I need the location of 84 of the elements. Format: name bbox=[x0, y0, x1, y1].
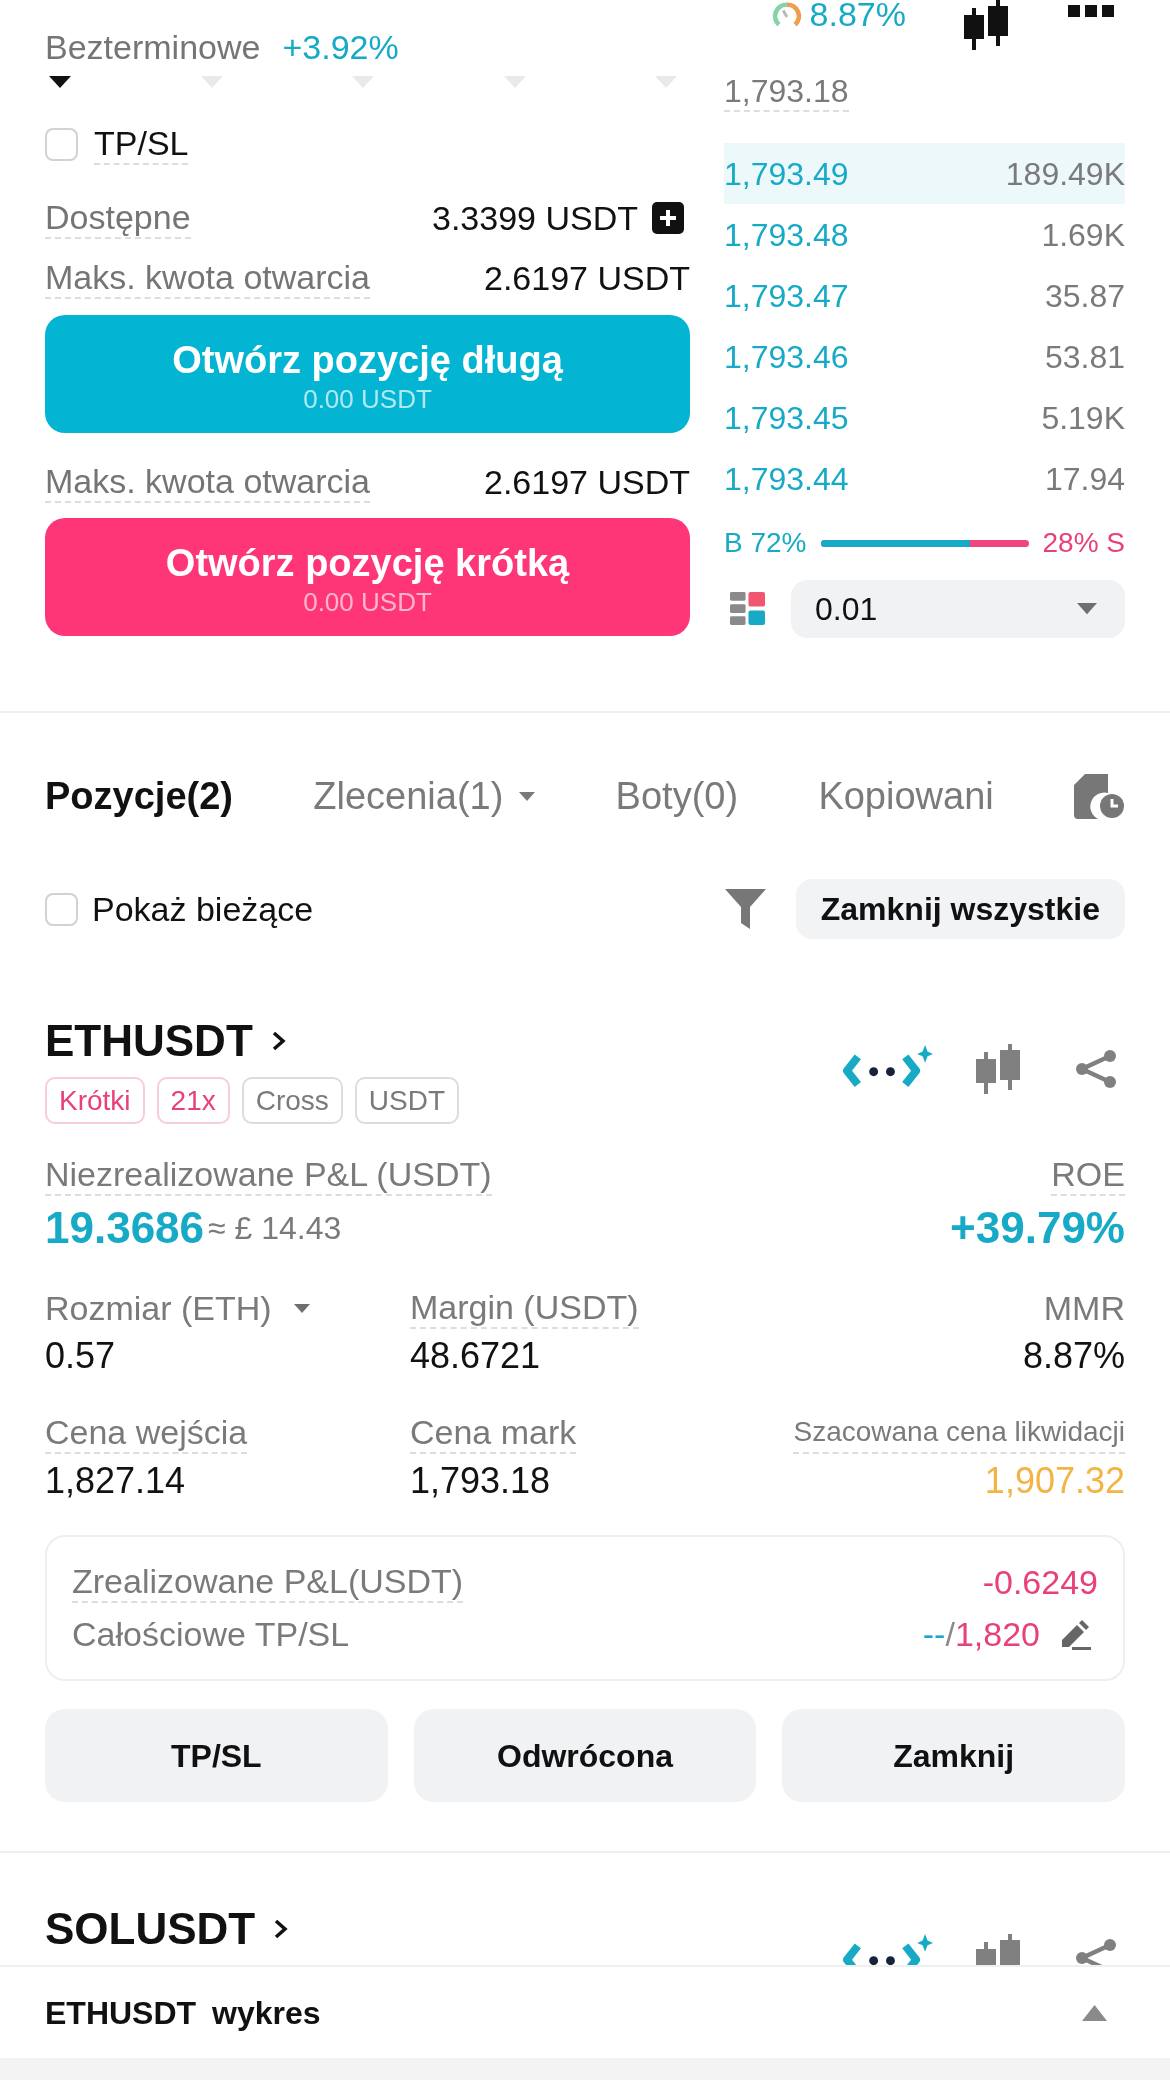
share-icon[interactable] bbox=[1075, 1939, 1117, 1965]
realized-pnl-label: Zrealizowane P&L(USDT) bbox=[72, 1561, 464, 1603]
caret-down-icon bbox=[1077, 603, 1097, 615]
stat-value: 1,827.14 bbox=[45, 1459, 186, 1503]
order-book-quantity: 1.69K bbox=[1041, 215, 1125, 254]
slider-mark[interactable] bbox=[49, 76, 71, 88]
order-book-layout-icon[interactable] bbox=[730, 592, 765, 626]
roe-label: ROE bbox=[1051, 1154, 1125, 1196]
order-book-row[interactable]: 1,793.49 189.49K bbox=[724, 143, 1125, 204]
pnl-converted-value: ≈ £ 14.43 bbox=[208, 1209, 342, 1248]
tpsl-checkbox[interactable] bbox=[45, 127, 78, 161]
mark-price: 1,793.18 bbox=[724, 72, 849, 112]
position-action-button[interactable]: Odwrócona bbox=[413, 1709, 757, 1802]
position-tag: USDT bbox=[354, 1077, 460, 1124]
max-open-label: Maks. kwota otwarcia bbox=[45, 461, 370, 503]
available-balance: 3.3399 USDT bbox=[432, 198, 638, 238]
stat-label: MMR bbox=[1043, 1288, 1125, 1328]
order-book-price: 1,793.46 bbox=[724, 337, 849, 376]
order-book-price: 1,793.45 bbox=[724, 398, 849, 437]
stat-label: Margin (USDT) bbox=[410, 1287, 639, 1329]
order-book-quantity: 189.49K bbox=[1005, 154, 1125, 193]
order-book-quantity: 17.94 bbox=[1044, 459, 1125, 498]
order-book-price: 1,793.49 bbox=[724, 154, 849, 193]
filter-icon[interactable] bbox=[724, 889, 766, 929]
max-open-amount: 2.6197 USDT bbox=[484, 258, 690, 298]
roe-value: +39.79% bbox=[950, 1202, 1125, 1254]
chart-symbol: ETHUSDT bbox=[45, 1993, 197, 2032]
overall-tpsl-value: --/1,820 bbox=[922, 1614, 1040, 1654]
overall-tpsl-label: Całościowe TP/SL bbox=[72, 1614, 350, 1654]
show-current-checkbox[interactable] bbox=[45, 892, 78, 926]
stat-value: 8.87% bbox=[1022, 1334, 1125, 1378]
stat-label: Szacowana cena likwidacji bbox=[793, 1412, 1125, 1454]
order-book-quantity: 53.81 bbox=[1044, 337, 1125, 376]
available-label: Dostępne bbox=[45, 197, 191, 239]
tab[interactable]: Zlecenia(1) bbox=[313, 773, 536, 819]
document-clock-icon[interactable] bbox=[1074, 773, 1125, 819]
unrealized-pnl-label: Niezrealizowane P&L (USDT) bbox=[45, 1154, 492, 1196]
stat-label: Cena mark bbox=[410, 1412, 577, 1454]
position-tag: Krótki bbox=[45, 1077, 145, 1124]
caret-up-icon bbox=[1082, 2004, 1107, 2021]
stat-value: 0.57 bbox=[45, 1334, 116, 1378]
price-change: +3.92% bbox=[282, 28, 399, 66]
order-book-price: 1,793.47 bbox=[724, 276, 849, 315]
stat-value: 48.6721 bbox=[410, 1334, 541, 1378]
buy-ratio-label: B 72% bbox=[724, 526, 807, 560]
position-action-button[interactable]: Zamknij bbox=[782, 1709, 1125, 1802]
order-book-quantity: 5.19K bbox=[1041, 398, 1125, 437]
position-action-button[interactable]: TP/SL bbox=[45, 1709, 388, 1802]
stat-value: 1,793.18 bbox=[410, 1459, 551, 1503]
order-book-quantity: 35.87 bbox=[1044, 276, 1125, 315]
more-icon[interactable] bbox=[1068, 5, 1114, 17]
sell-ratio-label: 28% S bbox=[1042, 526, 1125, 560]
position-symbol[interactable]: SOLUSDT bbox=[45, 1903, 256, 1955]
tab[interactable]: Boty(0) bbox=[615, 773, 739, 819]
chevron-right-icon bbox=[270, 1030, 287, 1052]
chart-label: wykres bbox=[212, 1993, 321, 2032]
risk-rate: 8.87% bbox=[809, 0, 906, 28]
order-book-price: 1,793.44 bbox=[724, 459, 849, 498]
tab[interactable]: Pozycje(2) bbox=[45, 773, 233, 819]
max-open-label: Maks. kwota otwarcia bbox=[45, 257, 370, 299]
caret-down-icon bbox=[519, 791, 536, 801]
stat-value: 1,907.32 bbox=[984, 1459, 1125, 1503]
candlestick-chart-icon[interactable] bbox=[962, 0, 1010, 50]
code-brackets-sparkle-icon[interactable] bbox=[842, 1934, 933, 1965]
open-short-button[interactable]: Otwórz pozycję krótką 0.00 USDT bbox=[45, 518, 690, 636]
close-all-button[interactable]: Zamknij wszystkie bbox=[795, 879, 1125, 939]
share-icon[interactable] bbox=[1075, 1049, 1117, 1088]
chevron-right-icon bbox=[273, 1918, 290, 1940]
stat-label: Rozmiar (ETH) bbox=[45, 1288, 272, 1328]
realized-pnl-value: -0.6249 bbox=[982, 1562, 1098, 1602]
product-type-label: Bezterminowe bbox=[45, 28, 261, 66]
position-tag: Cross bbox=[241, 1077, 343, 1124]
position-symbol[interactable]: ETHUSDT bbox=[45, 1015, 253, 1067]
tpsl-label: TP/SL bbox=[94, 123, 189, 165]
position-tag: 21x bbox=[156, 1077, 230, 1124]
plus-icon[interactable] bbox=[652, 202, 684, 234]
max-open-amount: 2.6197 USDT bbox=[484, 462, 690, 502]
show-current-label: Pokaż bieżące bbox=[92, 889, 314, 929]
open-long-button[interactable]: Otwórz pozycję długą 0.00 USDT bbox=[45, 315, 690, 433]
unrealized-pnl-value: 19.3686 bbox=[45, 1202, 205, 1254]
stat-label: Cena wejścia bbox=[45, 1412, 248, 1454]
order-book-price: 1,793.48 bbox=[724, 215, 849, 254]
precision-select[interactable]: 0.01 bbox=[791, 580, 1125, 638]
tab[interactable]: Kopiowani bbox=[818, 773, 994, 819]
